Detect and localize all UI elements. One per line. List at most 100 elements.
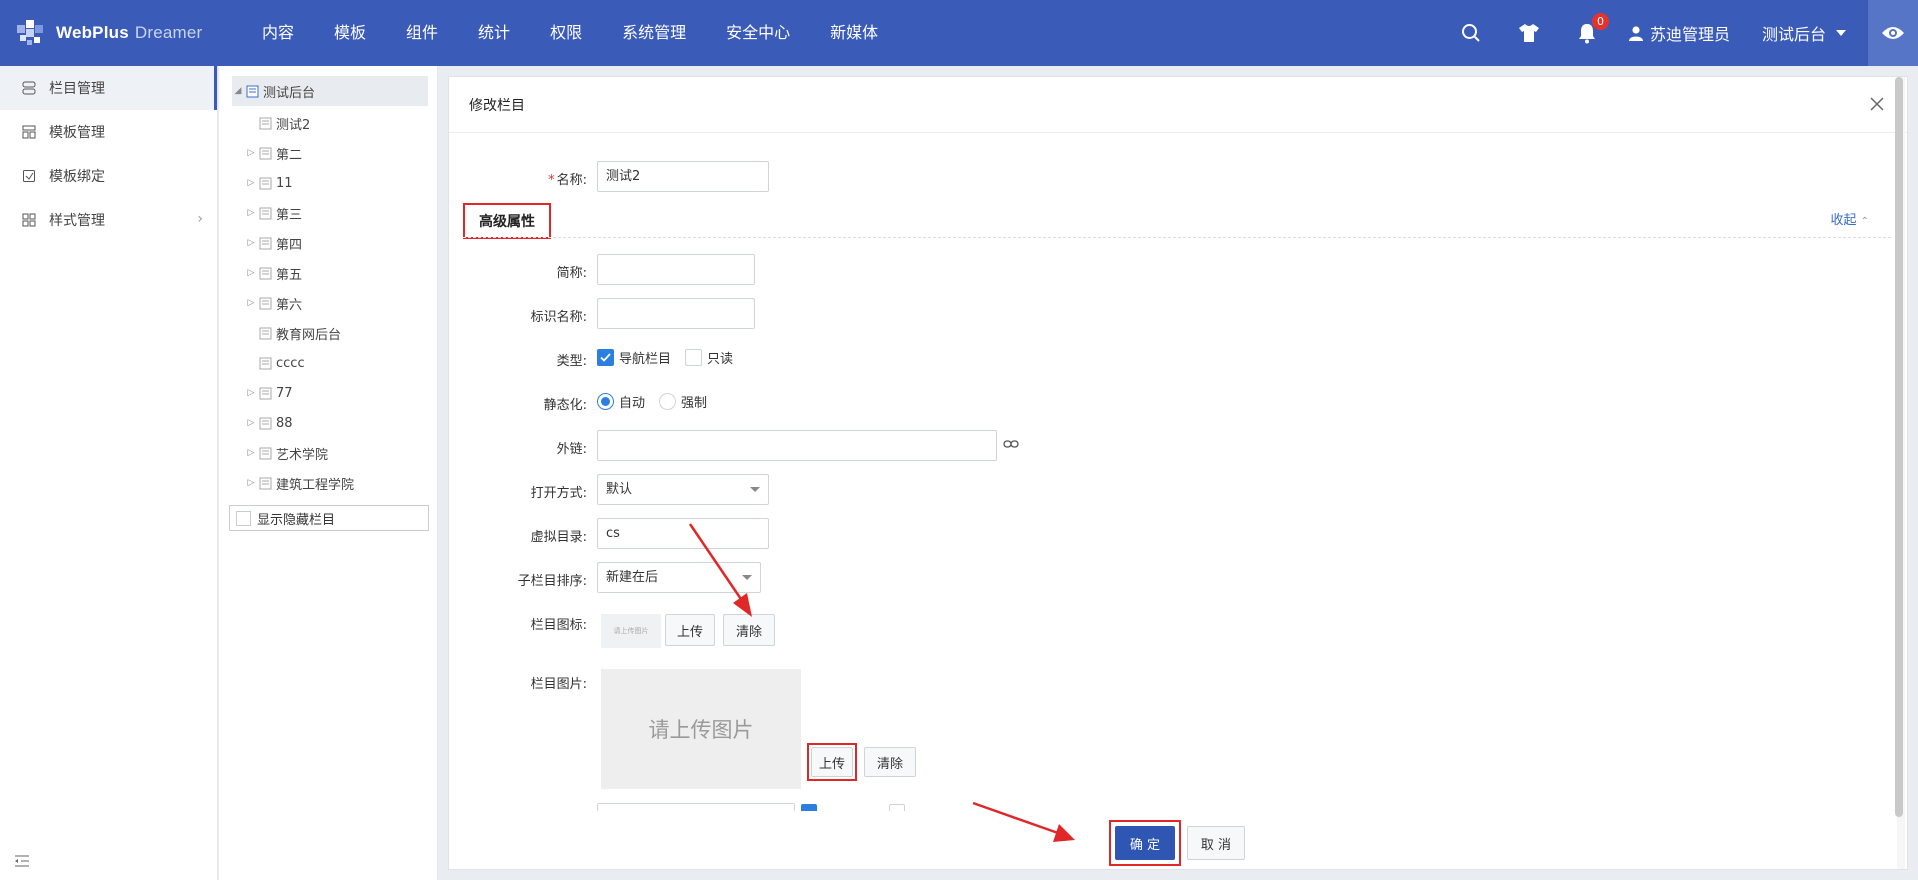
open-mode-value: 默认 — [606, 482, 633, 497]
tree-node[interactable]: 教育网后台 — [245, 321, 341, 345]
link-icon[interactable] — [1003, 438, 1019, 454]
virtual-dir-input[interactable]: cs — [597, 518, 769, 549]
image-upload-button[interactable]: 上传 — [811, 747, 853, 777]
sidebar-item-style[interactable]: 样式管理 › — [0, 198, 217, 242]
sub-sort-select[interactable]: 新建在后 — [597, 562, 761, 593]
collapsed-caret-icon[interactable]: ▷ — [245, 208, 257, 218]
nav-statistics[interactable]: 统计 — [458, 0, 530, 66]
main-nav: 内容 模板 组件 统计 权限 系统管理 安全中心 新媒体 — [242, 0, 898, 66]
scrollbar-track[interactable] — [1895, 77, 1905, 869]
logo[interactable]: WebPlus Dreamer — [14, 14, 202, 52]
clipped-checkbox[interactable] — [889, 804, 905, 811]
tree-node-label: 教育网后台 — [276, 327, 342, 343]
chevron-up-icon: ⌃ — [1860, 216, 1869, 227]
column-node-icon — [259, 267, 273, 280]
tree-node[interactable]: 测试2 — [245, 111, 310, 135]
nav-template[interactable]: 模板 — [314, 0, 386, 66]
tree-node[interactable]: ▷ 第二 — [245, 141, 302, 165]
tree-node-label: 艺术学院 — [276, 447, 329, 463]
sidebar-item-label: 模板管理 — [49, 125, 105, 141]
ident-name-input[interactable] — [597, 298, 755, 329]
radio-selected-icon — [597, 393, 614, 410]
tree-node[interactable]: ▷ 艺术学院 — [245, 441, 328, 465]
icon-upload-button[interactable]: 上传 — [665, 614, 715, 646]
sidebar-item-bind[interactable]: 模板绑定 — [0, 154, 217, 198]
tree-node[interactable]: cccc — [245, 351, 305, 375]
collapse-link[interactable]: 收起 ⌃ — [1830, 209, 1869, 228]
nav-component[interactable]: 组件 — [386, 0, 458, 66]
sidebar-item-template[interactable]: 模板管理 — [0, 110, 217, 154]
collapsed-caret-icon[interactable]: ▷ — [245, 478, 257, 488]
tree-node[interactable]: ▷ 第五 — [245, 261, 302, 285]
bell-icon[interactable]: 0 — [1558, 0, 1616, 66]
top-bar: WebPlus Dreamer 内容 模板 组件 统计 权限 系统管理 安全中心 … — [0, 0, 1918, 66]
tree-node[interactable]: ▷ 77 — [245, 381, 293, 405]
nav-system[interactable]: 系统管理 — [602, 0, 706, 66]
short-name-input[interactable] — [597, 254, 755, 285]
external-link-input[interactable] — [597, 430, 997, 461]
nav-security[interactable]: 安全中心 — [706, 0, 810, 66]
site-name: 测试后台 — [1761, 25, 1826, 44]
eye-icon[interactable] — [1868, 0, 1918, 66]
clipped-checkbox-checked[interactable] — [801, 804, 817, 811]
image-clear-button[interactable]: 清除 — [864, 747, 916, 777]
collapsed-caret-icon[interactable]: ▷ — [245, 238, 257, 248]
template-icon — [22, 125, 36, 139]
type-readonly-checkbox[interactable]: 只读 — [685, 348, 733, 367]
scrollbar-thumb[interactable] — [1895, 77, 1903, 817]
collapsed-caret-icon[interactable]: ▷ — [245, 418, 257, 428]
skin-shirt-icon[interactable] — [1500, 0, 1558, 66]
column-image-label: 栏目图片: — [530, 677, 587, 692]
collapsed-caret-icon[interactable]: ▷ — [245, 148, 257, 158]
static-force-radio[interactable]: 强制 — [659, 392, 707, 411]
nav-newmedia[interactable]: 新媒体 — [810, 0, 898, 66]
sidebar-item-label: 栏目管理 — [49, 81, 105, 97]
column-node-icon — [259, 417, 273, 430]
show-hidden-checkbox[interactable]: 显示隐藏栏目 — [229, 505, 429, 531]
user-menu[interactable]: 苏迪管理员 — [1616, 0, 1746, 66]
sidebar-item-label: 样式管理 — [49, 213, 105, 229]
collapse-menu-icon[interactable] — [14, 854, 30, 872]
user-name: 苏迪管理员 — [1649, 25, 1730, 44]
expanded-caret-icon: ◢ — [234, 86, 242, 96]
clipped-select[interactable] — [597, 803, 795, 811]
bind-icon — [22, 169, 36, 183]
dialog-title: 修改栏目 — [469, 98, 525, 114]
sidebar: 栏目管理 模板管理 模板绑定 样式管理 › — [0, 66, 218, 880]
tree-node[interactable]: ▷ 第四 — [245, 231, 302, 255]
nav-content[interactable]: 内容 — [242, 0, 314, 66]
tree-node-label: 建筑工程学院 — [276, 477, 355, 493]
tree-node[interactable]: ▷ 第六 — [245, 291, 302, 315]
tree-root[interactable]: ◢ 测试后台 — [232, 76, 428, 106]
column-tree: ◢ 测试后台 测试2 ▷ 第二 ▷ 11 ▷ 第三 ▷ 第四 ▷ 第五 ▷ 第六 教育网后台 cccc ▷ 77… — [219, 66, 438, 880]
collapsed-caret-icon[interactable]: ▷ — [245, 178, 257, 188]
sidebar-item-column[interactable]: 栏目管理 — [0, 66, 217, 110]
tree-node[interactable]: ▷ 11 — [245, 171, 293, 195]
edit-column-dialog: 修改栏目 * 名称: 测试2 高级属性 收起 ⌃ 简称: 标识名称: 类型: 导航… — [448, 76, 1908, 870]
tree-node[interactable]: ▷ 88 — [245, 411, 293, 435]
nav-permission[interactable]: 权限 — [530, 0, 602, 66]
icon-clear-button[interactable]: 清除 — [723, 614, 775, 646]
collapsed-caret-icon[interactable]: ▷ — [245, 268, 257, 278]
collapse-label: 收起 — [1830, 213, 1857, 228]
search-icon[interactable] — [1442, 0, 1500, 66]
type-nav-checkbox[interactable]: 导航栏目 — [597, 348, 671, 367]
site-node-icon — [246, 85, 260, 98]
static-auto-radio[interactable]: 自动 — [597, 392, 645, 411]
checkbox-icon — [236, 510, 251, 526]
static-label: 静态化: — [543, 398, 587, 413]
collapsed-caret-icon[interactable]: ▷ — [245, 298, 257, 308]
tree-node[interactable]: ▷ 第三 — [245, 201, 302, 225]
tree-node[interactable]: ▷ 建筑工程学院 — [245, 471, 354, 495]
site-selector[interactable]: 测试后台 — [1746, 0, 1868, 66]
open-mode-select[interactable]: 默认 — [597, 474, 769, 505]
collapsed-caret-icon[interactable]: ▷ — [245, 388, 257, 398]
name-input[interactable]: 测试2 — [597, 161, 769, 192]
confirm-button[interactable]: 确 定 — [1115, 826, 1175, 860]
tree-node-label: 第三 — [276, 207, 303, 223]
static-auto-label: 自动 — [619, 396, 646, 411]
close-icon[interactable] — [1863, 90, 1891, 118]
cancel-button[interactable]: 取 消 — [1187, 826, 1245, 860]
collapsed-caret-icon[interactable]: ▷ — [245, 448, 257, 458]
external-link-label: 外链: — [556, 442, 587, 457]
